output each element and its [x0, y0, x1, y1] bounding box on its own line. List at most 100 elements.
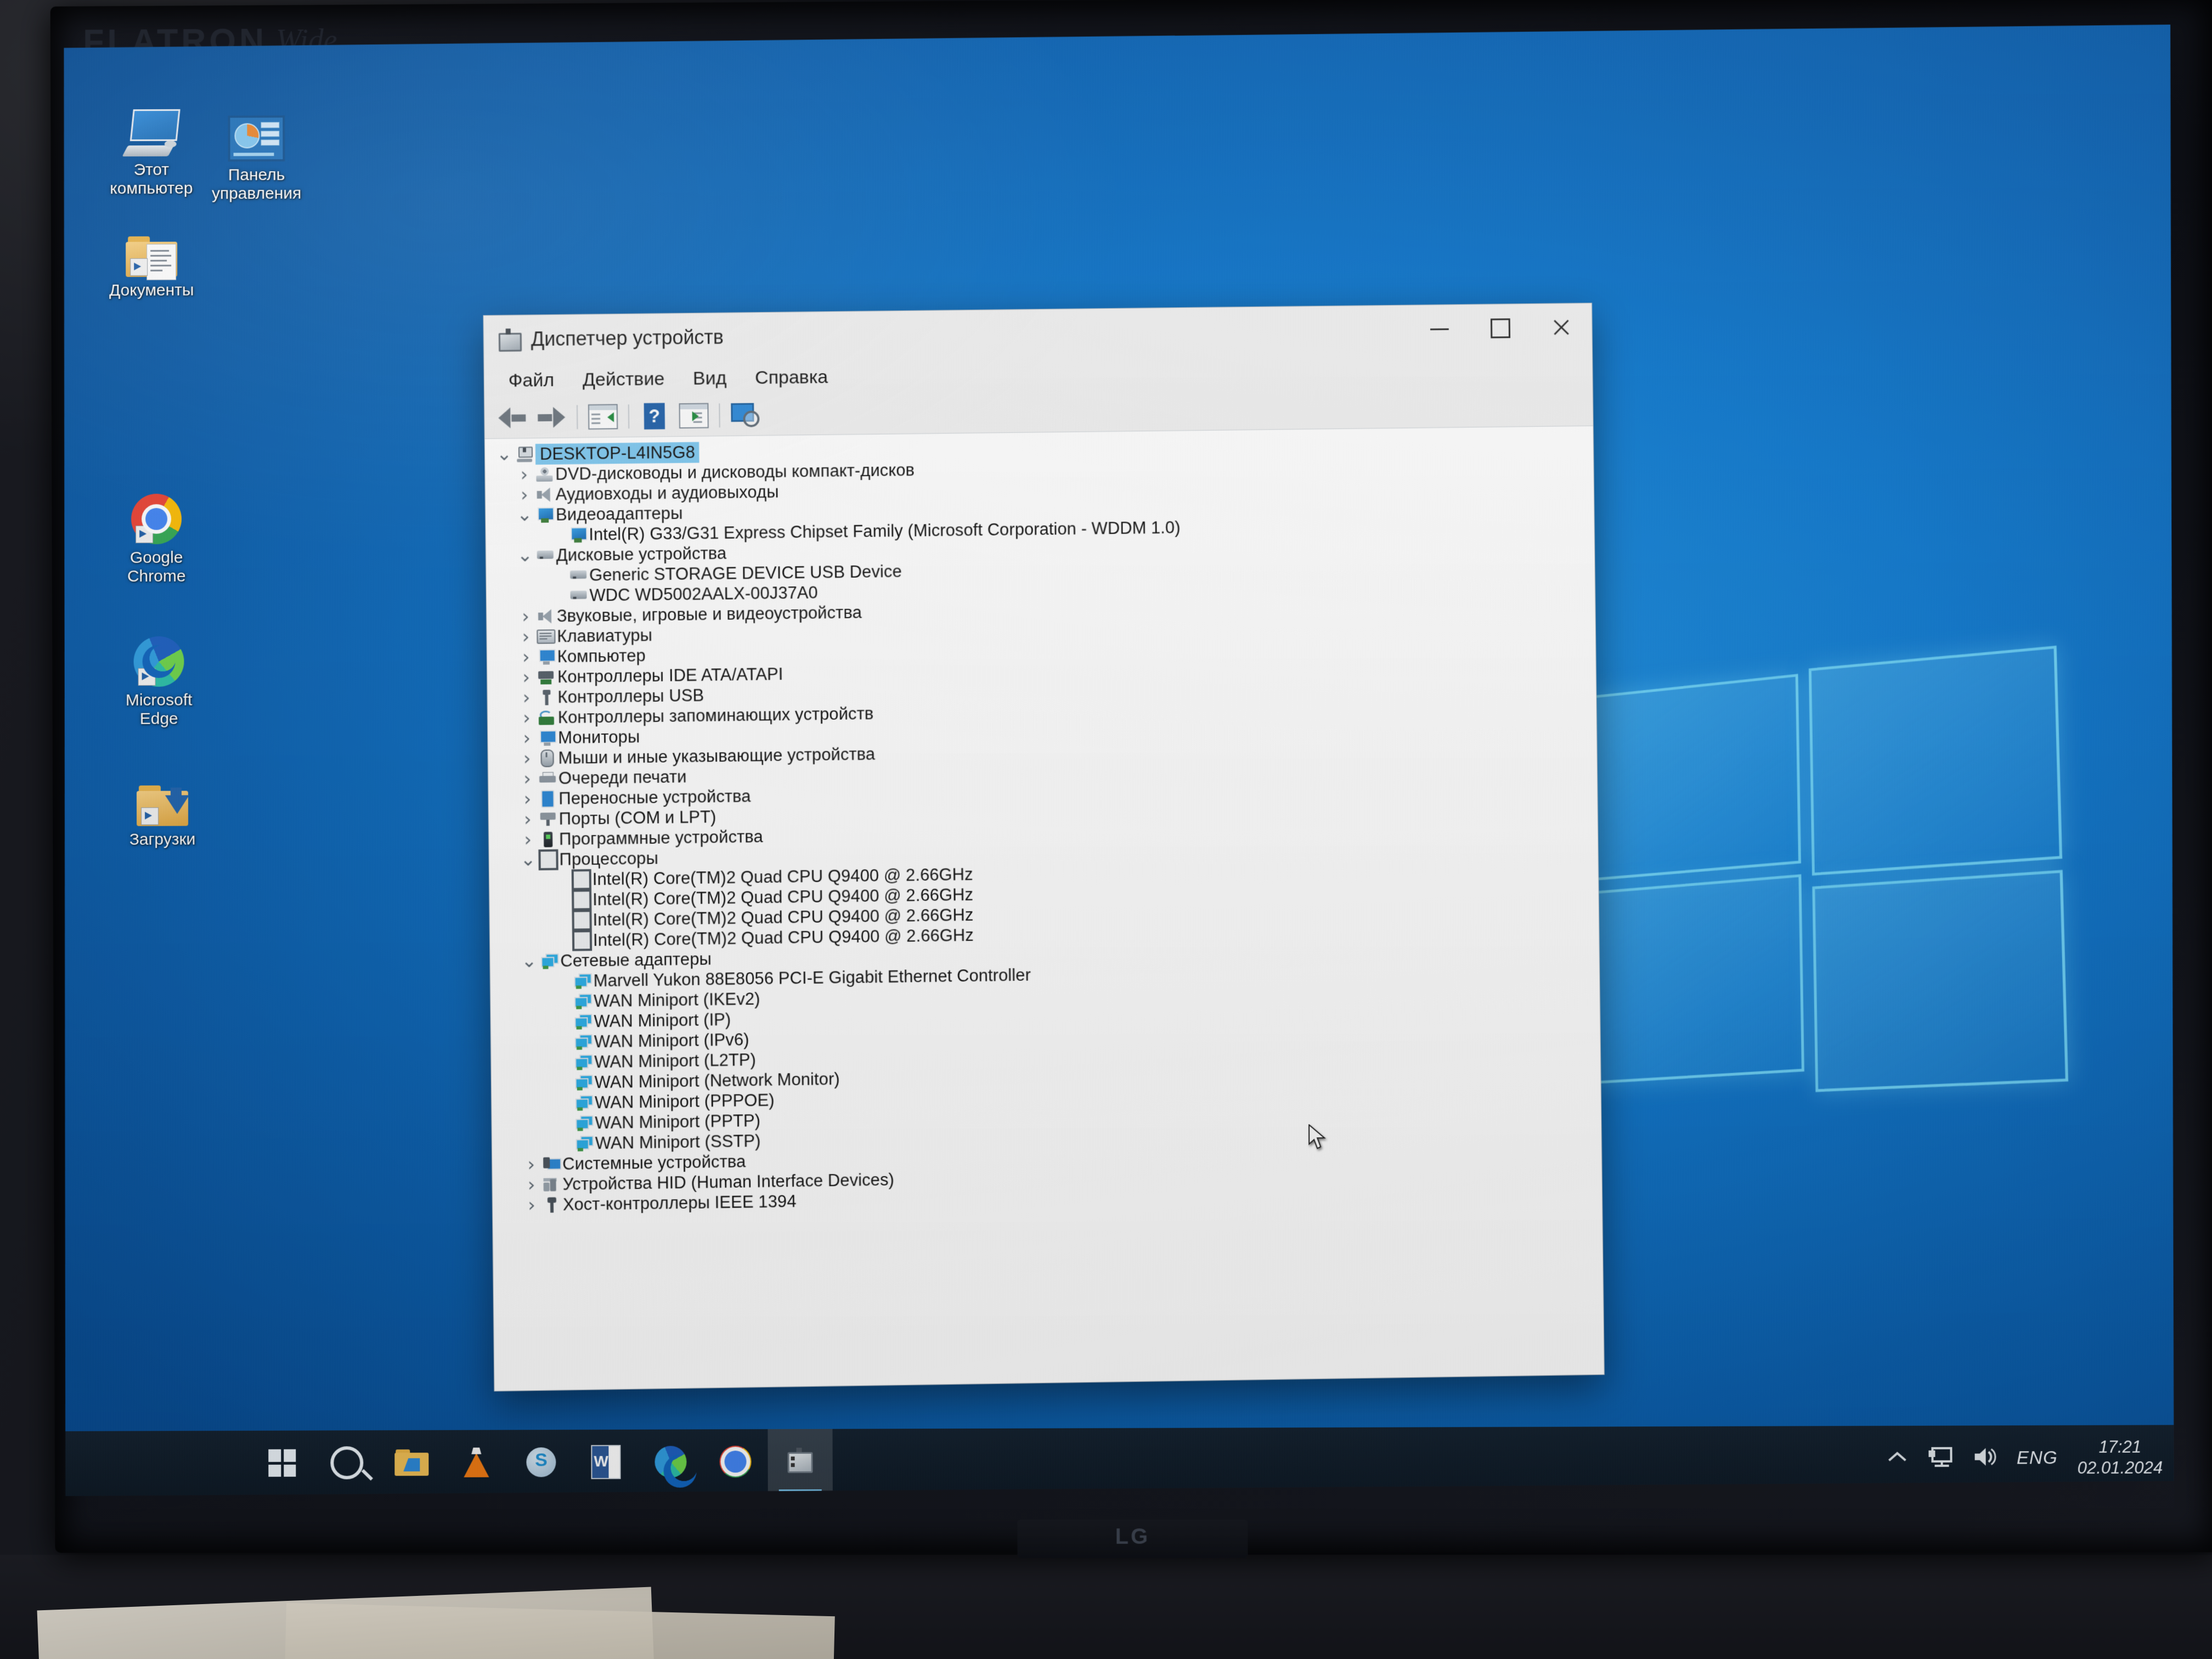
tree-node-icon — [536, 710, 558, 725]
system-tray: ENG 17:21 02.01.2024 — [1887, 1425, 2163, 1491]
chevron-right-icon[interactable]: › — [518, 828, 537, 850]
show-hide-pane-button[interactable] — [674, 398, 713, 433]
tree-node-label: Контроллеры IDE ATA/ATAPI — [557, 664, 783, 686]
chevron-right-icon[interactable]: › — [518, 788, 537, 810]
cpu-icon — [538, 849, 558, 870]
tree-node-icon — [533, 467, 555, 481]
tree-node-icon — [535, 629, 557, 644]
chevron-right-icon[interactable]: › — [517, 727, 536, 749]
file-explorer-button[interactable] — [379, 1430, 444, 1496]
maximize-button[interactable] — [1470, 304, 1531, 353]
forward-button[interactable] — [532, 399, 572, 435]
menu-item-view[interactable]: Вид — [679, 363, 741, 394]
close-button[interactable] — [1531, 303, 1592, 352]
shortcut-overlay-icon — [138, 668, 156, 686]
question-mark-icon: ? — [644, 403, 665, 429]
chrome-button[interactable] — [703, 1429, 768, 1494]
hid-device-icon — [544, 1178, 560, 1191]
chevron-down-icon[interactable]: ⌄ — [515, 510, 534, 520]
back-button[interactable] — [492, 400, 532, 436]
menu-item-help[interactable]: Справка — [741, 362, 842, 393]
device-manager-window[interactable]: Диспетчер устройств Файл Действие Вид Сп… — [483, 303, 1605, 1391]
chevron-right-icon[interactable]: › — [518, 768, 537, 789]
search-button[interactable] — [314, 1430, 379, 1496]
tree-node-icon — [571, 869, 592, 890]
help-button[interactable]: ? — [635, 398, 674, 434]
chevron-down-icon[interactable]: ⌄ — [520, 956, 538, 967]
chevron-right-icon[interactable]: › — [518, 808, 537, 830]
desktop-icon-label: Документы — [109, 281, 194, 300]
chevron-right-icon[interactable]: › — [517, 646, 535, 668]
minimize-button[interactable] — [1409, 304, 1470, 353]
tree-node-label: WDC WD5002AALX-00J37A0 — [589, 583, 819, 605]
clock[interactable]: 17:21 02.01.2024 — [2077, 1437, 2163, 1479]
tree-node-icon — [541, 1178, 563, 1192]
desktop-icon-downloads[interactable]: Загрузки — [105, 766, 220, 849]
port-icon — [540, 812, 556, 826]
tree-node-label: WAN Miniport (Network Monitor) — [594, 1069, 840, 1092]
menu-item-file[interactable]: Файл — [494, 365, 568, 396]
chevron-down-icon[interactable]: ⌄ — [516, 550, 534, 561]
chevron-right-icon[interactable]: › — [518, 747, 537, 769]
chevron-right-icon[interactable]: › — [517, 686, 535, 708]
language-indicator[interactable]: ENG — [2017, 1447, 2058, 1468]
disk-drive-icon — [537, 549, 554, 561]
chevron-right-icon[interactable]: › — [517, 707, 536, 729]
chevron-right-icon[interactable]: › — [522, 1153, 540, 1176]
skype-button[interactable] — [509, 1430, 573, 1495]
chevron-right-icon[interactable]: › — [515, 464, 533, 486]
mouse-icon — [541, 749, 554, 767]
network-adapter-icon — [574, 973, 591, 989]
speaker-icon — [538, 609, 554, 623]
chevron-right-icon[interactable]: › — [515, 484, 534, 506]
chevron-up-icon[interactable] — [1887, 1450, 1908, 1466]
scan-hardware-button[interactable] — [725, 397, 765, 433]
desktop-icon-label: Загрузки — [129, 830, 196, 849]
network-monitor-icon[interactable] — [1928, 1446, 1953, 1470]
chevron-right-icon[interactable]: › — [522, 1173, 540, 1196]
menu-item-action[interactable]: Действие — [568, 364, 679, 395]
start-button[interactable] — [250, 1430, 314, 1496]
chevron-down-icon[interactable]: ⌄ — [495, 449, 514, 460]
network-adapter-icon — [574, 994, 591, 1009]
windows-desktop[interactable]: Этот компьютер Панель управления Докумен… — [61, 25, 2177, 1496]
chevron-right-icon[interactable]: › — [517, 666, 535, 688]
device-manager-taskbar-button[interactable] — [768, 1429, 832, 1494]
usb-icon — [540, 690, 552, 705]
cpu-icon — [572, 869, 591, 890]
chevron-right-icon[interactable]: › — [516, 605, 535, 627]
desktop-icon-microsoft-edge[interactable]: Microsoft Edge — [101, 627, 217, 728]
desktop-icon-control-panel[interactable]: Панель управления — [199, 102, 314, 203]
desktop-icon-label: Microsoft Edge — [125, 691, 193, 728]
tree-node-label: Контроллеры запоминающих устройств — [557, 703, 874, 727]
ide-controller-icon — [538, 670, 555, 684]
word-button[interactable] — [573, 1430, 638, 1495]
toolbar-separator — [628, 404, 629, 428]
control-panel-icon — [199, 102, 314, 161]
tree-node-icon — [537, 849, 559, 871]
desktop-icon-documents[interactable]: Документы — [94, 217, 209, 300]
word-icon — [591, 1445, 620, 1479]
chevron-right-icon[interactable]: › — [522, 1194, 541, 1216]
stand-logo: LG — [1115, 1524, 1150, 1549]
chevron-right-icon[interactable]: › — [516, 625, 535, 647]
desktop-icon-google-chrome[interactable]: Google Chrome — [99, 485, 214, 586]
tree-node-icon — [571, 910, 592, 931]
properties-button[interactable] — [583, 399, 623, 435]
tree-node-label: Дисковые устройства — [556, 543, 727, 565]
clock-time: 17:21 — [2098, 1437, 2142, 1457]
tree-node-icon — [567, 527, 589, 542]
edge-button[interactable] — [638, 1429, 703, 1494]
device-tree[interactable]: ⌄ DESKTOP-L4IN5G8 › DVD-дисководы и дисково… — [485, 426, 1604, 1391]
vlc-button[interactable] — [444, 1430, 509, 1495]
speaker-icon[interactable] — [1973, 1446, 1997, 1470]
desktop-icon-label: Этот компьютер — [110, 160, 193, 198]
tree-node-icon — [534, 487, 556, 501]
desktop-icon-this-computer[interactable]: Этот компьютер — [94, 97, 209, 198]
edge-icon — [654, 1446, 686, 1478]
window-controls — [1409, 303, 1592, 353]
chevron-down-icon[interactable]: ⌄ — [519, 855, 538, 865]
shortcut-overlay-icon — [130, 258, 148, 276]
network-adapter-icon — [575, 1075, 592, 1090]
tree-node-icon — [567, 589, 589, 601]
